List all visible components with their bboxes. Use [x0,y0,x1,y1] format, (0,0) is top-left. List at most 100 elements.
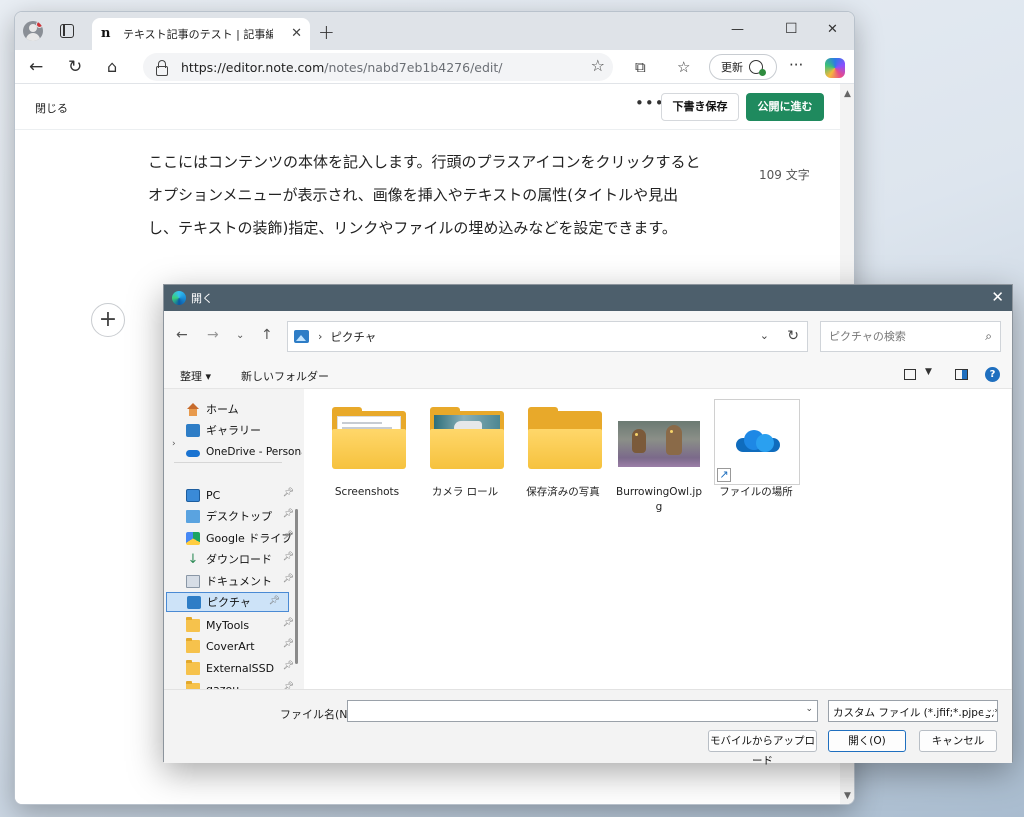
preview-pane-icon[interactable] [955,369,968,380]
chevron-down-icon[interactable]: ⌄ [983,705,993,715]
file-name: 保存済みの写真 [526,486,600,498]
sidebar-scrollbar[interactable] [295,509,298,664]
sidebar-item-documents[interactable]: ドキュメント 📌︎ [186,571,302,591]
sidebar-item-gallery[interactable]: ギャラリー [186,420,302,440]
file-name: カメラ ロール [431,486,499,498]
file-item[interactable]: ↗ ファイルの場所 [711,399,801,500]
scroll-down-icon[interactable]: ▼ [844,791,851,801]
path-chevron-icon[interactable]: › [318,330,322,343]
path-dropdown-icon[interactable]: ⌄ [760,329,769,342]
search-input[interactable]: ピクチャの検索 ⌕ [820,321,1001,352]
pin-icon: 📌︎ [268,596,280,606]
help-icon[interactable]: ? [985,367,1000,382]
sidebar-item-desktop[interactable]: デスクトップ 📌︎ [186,506,302,526]
sidebar-item-label: CoverArt [206,639,255,653]
open-file-dialog: 開く ✕ ← → ⌄ ↑ › ピクチャ ⌄ ↻ ピクチャの検索 ⌕ 整理 ▾ 新… [163,284,1013,767]
edge-icon [172,291,186,305]
pictures-icon [294,330,309,343]
pin-icon: 📌︎ [282,682,294,689]
file-item[interactable]: カメラ ロール [420,399,510,500]
tab-title: テキスト記事のテスト | 記事編集 | note [123,28,273,41]
sidebar-item-onedrive[interactable]: OneDrive - Personal [186,442,302,462]
file-type-select[interactable]: カスタム ファイル (*.jfif;*.pjpeg;*.jpg;*.jpeg) … [828,700,998,722]
home-icon [186,402,200,416]
sidebar-item-pc[interactable]: PC 📌︎ [186,485,302,505]
sidebar-item-label: ExternalSSD [206,661,275,675]
character-count: 109 文字 [759,168,810,182]
back-icon[interactable]: ← [176,327,188,343]
extensions-icon[interactable]: ⧉ [635,58,646,76]
sidebar-item-mytools[interactable]: MyTools 📌︎ [186,615,302,635]
window-close-icon[interactable]: ✕ [827,22,838,37]
pc-icon [186,488,200,502]
favorites-icon[interactable]: ☆ [677,58,690,76]
organize-menu[interactable]: 整理 ▾ [180,368,211,384]
sidebar-item-pictures[interactable]: ピクチャ 📌︎ [166,592,289,612]
sidebar-item-gazou[interactable]: gazou 📌︎ [186,679,302,689]
download-icon: ↓ [187,551,199,567]
dialog-close-icon[interactable]: ✕ [991,288,1004,306]
sidebar-item-label: ドキュメント [206,575,272,588]
update-label: 更新 [721,61,743,74]
maximize-icon[interactable]: ☐ [785,21,798,37]
close-button[interactable]: 閉じる [35,100,68,116]
pictures-icon [187,595,201,609]
file-name: Screenshots [334,486,400,498]
view-dropdown-icon[interactable]: ▼ [925,367,932,377]
file-item[interactable]: BurrowingOwl.jpg [614,399,704,515]
new-tab-icon[interactable]: + [318,20,335,44]
pin-icon: 📌︎ [282,509,294,519]
profile-avatar[interactable] [23,21,43,41]
chevron-down-icon[interactable]: ⌄ [805,704,813,714]
save-draft-button[interactable]: 下書き保存 [661,93,739,121]
tab-close-icon[interactable]: ✕ [291,26,302,41]
insert-plus-button[interactable]: + [91,303,125,337]
path-label[interactable]: ピクチャ [330,329,376,345]
home-icon[interactable]: ⌂ [107,57,117,76]
new-folder-button[interactable]: 新しいフォルダー [241,368,329,384]
pin-icon: 📌︎ [282,552,294,562]
back-icon[interactable]: ← [29,57,43,77]
sidebar-item-home[interactable]: ホーム [186,399,302,419]
forward-icon[interactable]: → [207,327,219,343]
dialog-navigation: ← → ⌄ ↑ › ピクチャ ⌄ ↻ ピクチャの検索 ⌕ [164,311,1012,361]
view-icon[interactable] [904,369,916,380]
url-field[interactable]: https://editor.note.com/notes/nabd7eb1b4… [143,53,613,81]
file-item[interactable]: Screenshots [322,399,412,500]
shortcut-arrow-icon: ↗ [717,468,731,482]
lock-icon[interactable] [155,60,168,76]
sidebar-item-externalssd[interactable]: ExternalSSD 📌︎ [186,658,302,678]
command-bar: 整理 ▾ 新しいフォルダー ▼ ? [164,361,1012,389]
folder-icon [186,616,200,632]
active-tab[interactable]: n テキスト記事のテスト | 記事編集 | note ✕ [92,18,310,50]
recent-locations-icon[interactable]: ⌄ [236,330,244,341]
refresh-icon[interactable]: ↻ [68,57,82,77]
tab-actions-icon[interactable] [60,24,74,38]
scroll-up-icon[interactable]: ▲ [844,89,851,99]
favorite-star-icon[interactable]: ☆ [591,56,605,75]
pin-icon: 📌︎ [282,488,294,498]
up-folder-icon[interactable]: ↑ [261,327,273,343]
sidebar-item-google-drive[interactable]: Google ドライブ 📌︎ [186,528,302,548]
file-item[interactable]: 保存済みの写真 [518,399,608,500]
url-path: /notes/nabd7eb1b4276/edit/ [324,59,503,75]
filename-label: ファイル名(N): [280,708,356,721]
copilot-icon[interactable] [825,58,845,78]
open-button[interactable]: 開く(O) [828,730,906,752]
cancel-button[interactable]: キャンセル [919,730,997,752]
documents-icon [186,574,200,588]
minimize-icon[interactable]: — [731,22,744,37]
pin-icon: 📌︎ [282,531,294,541]
sidebar-item-downloads[interactable]: ↓ ダウンロード 📌︎ [186,549,302,569]
filename-input[interactable]: ⌄ [347,700,818,722]
expand-chevron-icon[interactable]: › [172,439,176,449]
more-menu-icon[interactable]: ··· [789,56,803,74]
publish-button[interactable]: 公開に進む [746,93,824,121]
onedrive-icon: ↗ [713,399,800,485]
address-path[interactable]: › ピクチャ ⌄ ↻ [287,321,808,352]
sidebar-item-coverart[interactable]: CoverArt 📌︎ [186,636,302,656]
article-body[interactable]: ここにはコンテンツの本体を記入します。行頭のプラスアイコンをクリックするとオプシ… [148,146,708,245]
upload-from-mobile-button[interactable]: モバイルからアップロード [708,730,817,767]
update-button[interactable]: 更新 [709,54,777,80]
refresh-icon[interactable]: ↻ [787,328,799,344]
